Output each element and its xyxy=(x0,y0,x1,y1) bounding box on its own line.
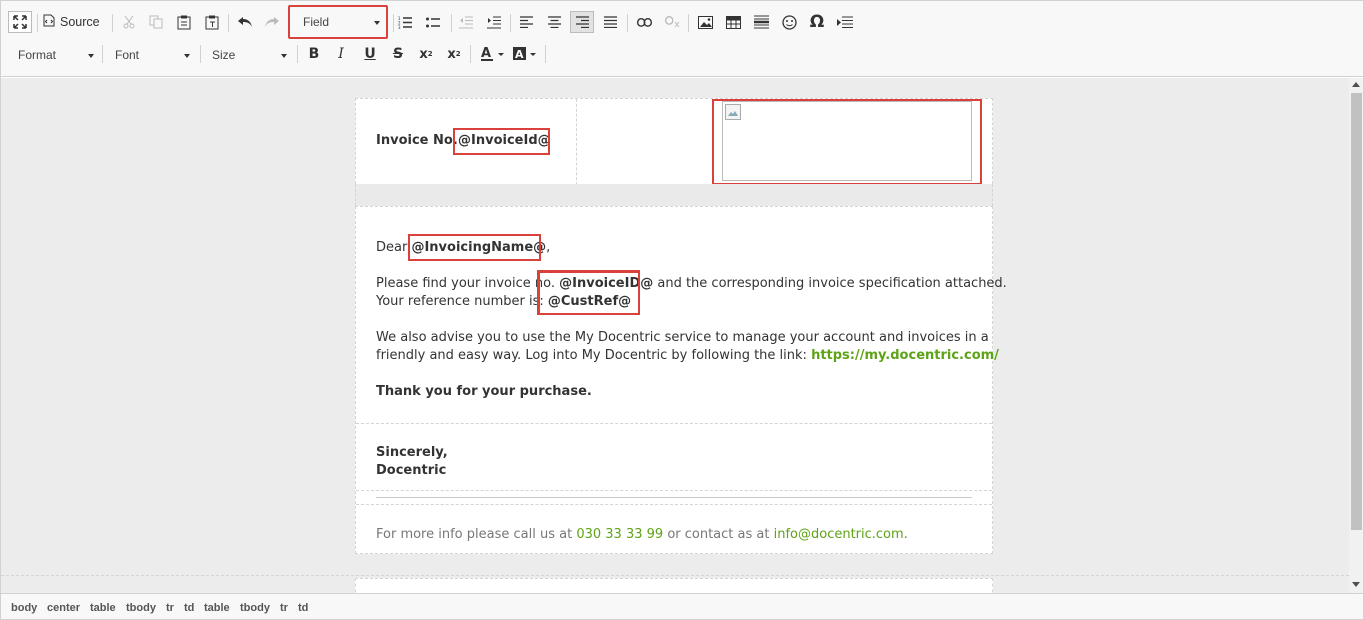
next-table-row xyxy=(355,578,993,593)
email-body-table: Dear @InvoicingName@, Please find your i… xyxy=(355,206,1007,554)
invoice-no-label: Invoice No. xyxy=(376,133,458,148)
redo-icon[interactable] xyxy=(260,11,284,33)
find-pre: Please find your invoice no. xyxy=(376,276,555,291)
format-combo[interactable]: Format xyxy=(18,44,98,66)
footer-end: . xyxy=(903,527,908,542)
highlight-cust-ref xyxy=(537,270,640,315)
paste-icon[interactable] xyxy=(172,11,196,33)
justify-icon[interactable] xyxy=(598,11,622,33)
invoice-header-table: Invoice No. @InvoiceId@ xyxy=(355,98,993,185)
subscript-icon[interactable]: x2 xyxy=(414,43,438,65)
highlight-logo xyxy=(712,99,982,185)
chevron-down-icon xyxy=(374,21,380,25)
strikethrough-icon[interactable]: S xyxy=(386,43,410,65)
source-icon xyxy=(43,14,55,30)
divider-line xyxy=(376,497,972,498)
advise-line-2: friendly and easy way. Log into My Docen… xyxy=(376,348,999,363)
comma: , xyxy=(546,240,551,255)
advise-line-2-text: friendly and easy way. Log into My Docen… xyxy=(376,348,807,363)
cut-icon[interactable] xyxy=(117,11,141,33)
table-icon[interactable] xyxy=(721,11,745,33)
scroll-thumb[interactable] xyxy=(1351,93,1362,530)
path-item[interactable]: td xyxy=(184,602,194,614)
footer-text: For more info please call us at 030 33 3… xyxy=(376,527,908,542)
bulleted-list-icon[interactable] xyxy=(421,11,445,33)
maximize-icon[interactable] xyxy=(8,11,32,33)
path-item[interactable]: tbody xyxy=(240,602,270,614)
path-item[interactable]: tr xyxy=(280,602,288,614)
superscript-icon[interactable]: x2 xyxy=(442,43,466,65)
chevron-down-icon xyxy=(184,54,190,58)
signature-line-2: Docentric xyxy=(376,463,447,478)
svg-text:A: A xyxy=(515,48,524,61)
image-icon[interactable] xyxy=(693,11,717,33)
paste-text-icon[interactable] xyxy=(200,11,224,33)
highlight-invoice-id xyxy=(453,128,550,155)
scroll-down-icon[interactable] xyxy=(1352,582,1360,587)
path-item[interactable]: tr xyxy=(166,602,174,614)
font-label: Font xyxy=(115,48,140,62)
path-item[interactable]: table xyxy=(90,602,116,614)
vertical-scrollbar[interactable] xyxy=(1349,78,1363,593)
font-combo[interactable]: Font xyxy=(115,44,195,66)
align-right-icon[interactable] xyxy=(570,11,594,33)
editor-content-area[interactable]: Invoice No. @InvoiceId@ Dear @InvoicingN… xyxy=(1,78,1349,593)
editor-toolbar: Source Field 123 Ω Format Font Size B I … xyxy=(1,1,1363,77)
portal-link[interactable]: https://my.docentric.com/ xyxy=(811,348,999,363)
advise-line-1: We also advise you to use the My Docentr… xyxy=(376,330,989,345)
size-combo[interactable]: Size xyxy=(212,44,292,66)
format-label: Format xyxy=(18,48,57,62)
align-center-icon[interactable] xyxy=(542,11,566,33)
scroll-up-icon[interactable] xyxy=(1352,82,1360,87)
smiley-icon[interactable] xyxy=(777,11,801,33)
signature-line-1: Sincerely, xyxy=(376,445,448,460)
footer-email-link[interactable]: info@docentric.com xyxy=(774,527,904,542)
omega-icon[interactable]: Ω xyxy=(805,11,829,33)
chevron-down-icon xyxy=(281,54,287,58)
background-color-icon[interactable]: A xyxy=(510,43,540,65)
source-button[interactable]: Source xyxy=(43,11,100,33)
size-label: Size xyxy=(212,48,236,62)
chevron-down-icon xyxy=(88,54,94,58)
numbered-list-icon[interactable]: 123 xyxy=(393,11,417,33)
path-item[interactable]: tbody xyxy=(126,602,156,614)
align-left-icon[interactable] xyxy=(514,11,538,33)
outdent-icon[interactable] xyxy=(454,11,478,33)
unlink-icon[interactable] xyxy=(660,11,684,33)
horizontal-line-icon[interactable] xyxy=(749,11,773,33)
path-item[interactable]: center xyxy=(47,602,80,614)
highlight-invoicing-name xyxy=(408,234,541,261)
element-path-bar: body center table tbody tr td table tbod… xyxy=(1,593,1363,619)
dear-label: Dear xyxy=(376,240,408,255)
ref-pre: Your reference number is: xyxy=(376,294,544,309)
footer-pre: For more info please call us at xyxy=(376,527,573,542)
link-icon[interactable] xyxy=(632,11,656,33)
source-label: Source xyxy=(60,15,100,29)
toolbar-row-2: Format Font Size B I U S x2 x2 A A xyxy=(1,41,1363,69)
undo-icon[interactable] xyxy=(233,11,257,33)
field-combo-value: Field xyxy=(303,15,330,29)
find-invoice-line: Please find your invoice no. @InvoiceID@… xyxy=(376,276,1007,291)
thanks-text: Thank you for your purchase. xyxy=(376,384,592,399)
copy-icon[interactable] xyxy=(144,11,168,33)
toolbar-row-1: Source Field 123 Ω xyxy=(1,5,1363,39)
page-break-icon[interactable] xyxy=(833,11,857,33)
path-item[interactable]: body xyxy=(11,602,37,614)
underline-icon[interactable]: U xyxy=(358,43,382,65)
bold-icon[interactable]: B xyxy=(302,43,326,65)
text-color-icon[interactable]: A xyxy=(478,43,508,65)
editor-window: Source Field 123 Ω Format Font Size B I … xyxy=(0,0,1364,620)
path-item[interactable]: td xyxy=(298,602,308,614)
svg-text:A: A xyxy=(481,46,491,61)
italic-icon[interactable]: I xyxy=(329,43,353,65)
indent-icon[interactable] xyxy=(482,11,506,33)
path-item[interactable]: table xyxy=(204,602,230,614)
find-post: and the corresponding invoice specificat… xyxy=(657,276,1007,291)
svg-text:3: 3 xyxy=(398,25,401,29)
field-combo[interactable]: Field xyxy=(288,5,388,39)
footer-phone-link[interactable]: 030 33 33 99 xyxy=(576,527,663,542)
footer-mid: or contact as at xyxy=(667,527,770,542)
